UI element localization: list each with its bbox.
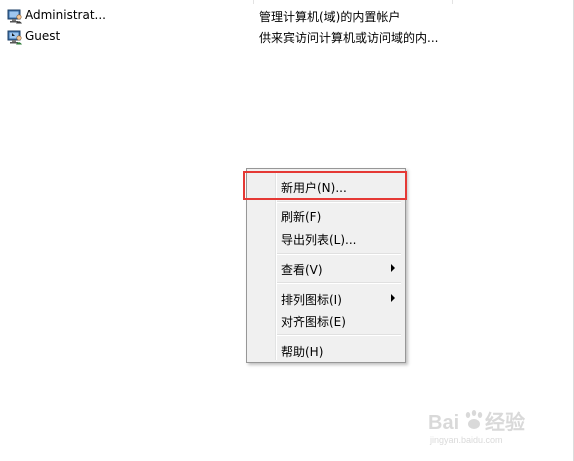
menu-separator bbox=[277, 334, 401, 336]
menu-item-label: 帮助(H) bbox=[281, 345, 324, 359]
menu-item-refresh[interactable]: 刷新(F) bbox=[249, 204, 403, 226]
menu-item-label: 刷新(F) bbox=[281, 210, 322, 224]
svg-text:经验: 经验 bbox=[485, 410, 525, 434]
menu-item-label: 对齐图标(E) bbox=[281, 315, 346, 329]
menu-item-view[interactable]: 查看(V) bbox=[249, 257, 403, 279]
menu-item-align-icons[interactable]: 对齐图标(E) bbox=[249, 309, 403, 331]
user-guest-icon bbox=[7, 29, 23, 45]
menu-separator bbox=[277, 253, 401, 255]
column-header-strip bbox=[0, 0, 574, 4]
baidu-jingyan-watermark: Bai 经验 jingyan.baidu.com bbox=[428, 407, 548, 447]
column-divider[interactable] bbox=[452, 0, 453, 4]
menu-separator bbox=[277, 282, 401, 284]
svg-text:jingyan.baidu.com: jingyan.baidu.com bbox=[429, 435, 503, 445]
user-admin-icon bbox=[7, 8, 23, 24]
menu-separator bbox=[277, 201, 401, 203]
user-name: Administrat... bbox=[25, 8, 106, 22]
menu-item-export-list[interactable]: 导出列表(L)... bbox=[249, 227, 403, 249]
list-item-administrator[interactable]: Administrat... 管理计算机(域)的内置帐户 bbox=[0, 6, 560, 26]
menu-item-help[interactable]: 帮助(H) bbox=[249, 339, 403, 361]
menu-item-label: 导出列表(L)... bbox=[281, 233, 357, 247]
user-description: 供来宾访问计算机或访问域的内... bbox=[259, 31, 439, 45]
submenu-arrow-icon bbox=[391, 294, 395, 302]
svg-text:Bai: Bai bbox=[428, 412, 459, 434]
menu-item-label: 查看(V) bbox=[281, 263, 323, 277]
column-divider[interactable] bbox=[253, 0, 254, 4]
users-list-pane: Administrat... 管理计算机(域)的内置帐户 Guest 供来宾访问… bbox=[0, 0, 574, 461]
menu-item-arrange-icons[interactable]: 排列图标(I) bbox=[249, 287, 403, 309]
menu-item-label: 排列图标(I) bbox=[281, 293, 342, 307]
user-description: 管理计算机(域)的内置帐户 bbox=[259, 10, 401, 24]
user-name: Guest bbox=[25, 29, 61, 43]
list-item-guest[interactable]: Guest 供来宾访问计算机或访问域的内... bbox=[0, 27, 560, 47]
submenu-arrow-icon bbox=[391, 264, 395, 272]
annotation-highlight-box bbox=[243, 171, 407, 200]
